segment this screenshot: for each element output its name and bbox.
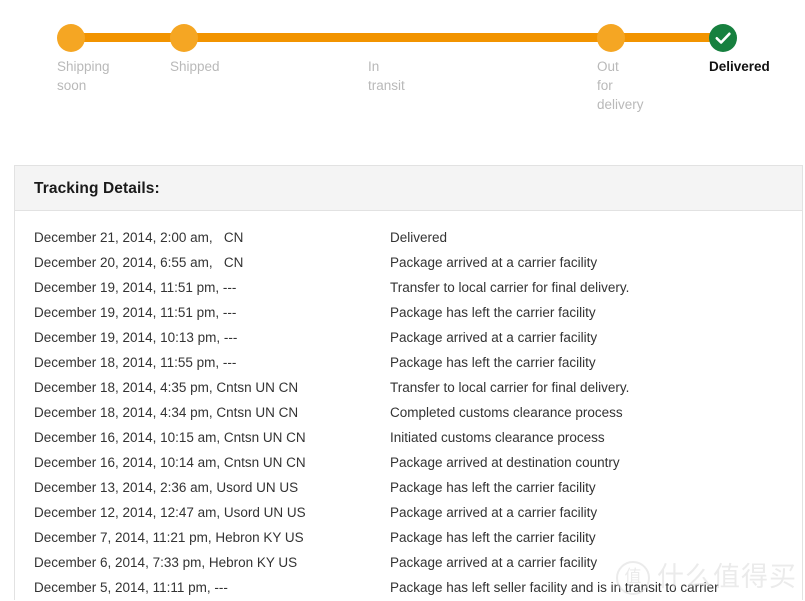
tracking-event-row: December 19, 2014, 10:13 pm, --- Package … <box>15 325 802 350</box>
tracking-event-date: December 6, 2014, 7:33 pm, Hebron KY US <box>34 555 298 570</box>
tracking-details-panel: Tracking Details: December 21, 2014, 2:0… <box>14 165 803 600</box>
tracking-event-status: Completed customs clearance process <box>390 405 623 420</box>
tracking-event-date: December 18, 2014, 11:55 pm, --- <box>34 355 237 370</box>
tracking-event-date: December 16, 2014, 10:15 am, Cntsn UN CN <box>34 430 306 445</box>
tracking-event-status: Package has left the carrier facility <box>390 530 596 545</box>
tracking-event-date: December 20, 2014, 6:55 am, CN <box>34 255 244 270</box>
tracking-event-row: December 18, 2014, 4:34 pm, Cntsn UN CN C… <box>15 400 802 425</box>
tracking-event-date: December 16, 2014, 10:14 am, Cntsn UN CN <box>34 455 306 470</box>
delivered-check-icon <box>709 24 737 52</box>
progress-bar-track <box>70 33 723 42</box>
tracking-event-status: Initiated customs clearance process <box>390 430 605 445</box>
tracking-event-status: Package has left the carrier facility <box>390 305 596 320</box>
progress-step-label: Delivered <box>709 59 770 74</box>
progress-step-dot-icon <box>597 24 625 52</box>
progress-step-label: Shipped <box>170 59 220 74</box>
tracking-event-date: December 18, 2014, 4:35 pm, Cntsn UN CN <box>34 380 299 395</box>
tracking-event-status: Package arrived at destination country <box>390 455 620 470</box>
progress-step-label: Out for delivery <box>597 59 644 112</box>
tracking-event-status: Package has left the carrier facility <box>390 480 596 495</box>
tracking-events-list: December 21, 2014, 2:00 am, CN Delivered D… <box>15 211 802 600</box>
tracking-event-date: December 7, 2014, 11:21 pm, Hebron KY US <box>34 530 304 545</box>
progress-step-label: Shipping soon <box>57 59 110 93</box>
tracking-event-row: December 5, 2014, 11:11 pm, --- Package h… <box>15 575 802 600</box>
tracking-event-status: Package arrived at a carrier facility <box>390 505 598 520</box>
tracking-event-row: December 16, 2014, 10:15 am, Cntsn UN CN… <box>15 425 802 450</box>
tracking-details-header: Tracking Details: <box>15 166 802 211</box>
tracking-event-date: December 12, 2014, 12:47 am, Usord UN US <box>34 505 306 520</box>
tracking-event-status: Package has left seller facility and is … <box>390 580 719 595</box>
tracking-event-status: Package arrived at a carrier facility <box>390 555 598 570</box>
tracking-event-status: Transfer to local carrier for final deli… <box>390 380 630 395</box>
page-title: Tracking Details: <box>34 180 160 197</box>
tracking-event-date: December 21, 2014, 2:00 am, CN <box>34 230 244 245</box>
tracking-event-row: December 21, 2014, 2:00 am, CN Delivered <box>15 225 802 250</box>
tracking-event-row: December 20, 2014, 6:55 am, CN Package ar… <box>15 250 802 275</box>
tracking-event-row: December 7, 2014, 11:21 pm, Hebron KY US… <box>15 525 802 550</box>
tracking-event-date: December 19, 2014, 10:13 pm, --- <box>34 330 238 345</box>
tracking-event-date: December 19, 2014, 11:51 pm, --- <box>34 280 237 295</box>
progress-step-dot-icon <box>57 24 85 52</box>
tracking-event-status: Delivered <box>390 230 448 245</box>
tracking-event-status: Package has left the carrier facility <box>390 355 596 370</box>
tracking-event-status: Package arrived at a carrier facility <box>390 330 598 345</box>
progress-step-dot-icon <box>170 24 198 52</box>
tracking-event-status: Transfer to local carrier for final deli… <box>390 280 630 295</box>
tracking-event-date: December 19, 2014, 11:51 pm, --- <box>34 305 237 320</box>
tracking-event-row: December 6, 2014, 7:33 pm, Hebron KY US P… <box>15 550 802 575</box>
tracking-event-row: December 19, 2014, 11:51 pm, --- Package … <box>15 300 802 325</box>
shipment-progress-tracker: Shipping soon Shipped In transit Out for de… <box>0 0 805 130</box>
tracking-event-row: December 18, 2014, 11:55 pm, --- Package … <box>15 350 802 375</box>
tracking-event-row: December 19, 2014, 11:51 pm, --- Transfer… <box>15 275 802 300</box>
tracking-event-row: December 16, 2014, 10:14 am, Cntsn UN CN… <box>15 450 802 475</box>
tracking-event-date: December 18, 2014, 4:34 pm, Cntsn UN CN <box>34 405 299 420</box>
tracking-event-status: Package arrived at a carrier facility <box>390 255 598 270</box>
tracking-event-date: December 13, 2014, 2:36 am, Usord UN US <box>34 480 299 495</box>
tracking-event-row: December 18, 2014, 4:35 pm, Cntsn UN CN T… <box>15 375 802 400</box>
tracking-event-row: December 12, 2014, 12:47 am, Usord UN US… <box>15 500 802 525</box>
tracking-event-row: December 13, 2014, 2:36 am, Usord UN US P… <box>15 475 802 500</box>
progress-step-label: In transit <box>368 59 405 93</box>
tracking-event-date: December 5, 2014, 11:11 pm, --- <box>34 580 228 595</box>
